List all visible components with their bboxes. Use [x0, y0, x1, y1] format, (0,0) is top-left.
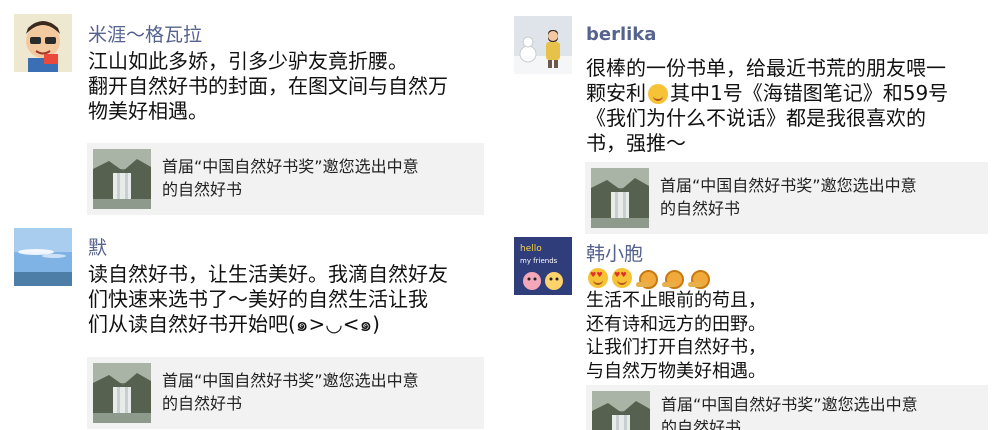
comment-text: 江山如此多娇，引多少驴友竟折腰。 翻开自然好书的封面，在图文间与自然万 物美好相… [88, 49, 448, 124]
comment-line: 物美好相遇。 [88, 99, 208, 123]
shared-article-card[interactable]: 首届“中国自然好书奖”邀您选出中意 的自然好书 [87, 143, 484, 215]
comment-line: 江山如此多娇，引多少驴友竟折腰。 [88, 49, 408, 73]
avatar[interactable] [14, 14, 72, 72]
card-title: 首届“中国自然好书奖”邀您选出中意 的自然好书 [162, 157, 419, 199]
author-name[interactable]: 默 [88, 233, 107, 260]
avatar[interactable] [14, 228, 72, 286]
comment-post-2: 默 读自然好书，让生活美好。我滴自然好友 们快速来选书了～美好的自然生活让我 们… [14, 228, 484, 429]
avatar[interactable] [514, 16, 572, 74]
sky-avatar-icon [14, 228, 72, 286]
comment-line: 翻开自然好书的封面，在图文间与自然万 [88, 74, 448, 98]
comment-line: 们快速来选书了～美好的自然生活让我 [88, 287, 428, 311]
comment-line: 生活不止眼前的苟且， [586, 290, 766, 311]
comment-line: 让我们打开自然好书， [586, 337, 766, 358]
waterfall-thumbnail [591, 168, 649, 228]
heart-eyes-emoji-icon [588, 268, 608, 288]
comment-text: 读自然好书，让生活美好。我滴自然好友 们快速来选书了～美好的自然生活让我 们从读… [88, 262, 448, 337]
comment-line: 书，强推～ [586, 131, 686, 155]
snowman-avatar-icon [514, 16, 572, 74]
cartoon-avatar-icon [14, 14, 72, 72]
shared-article-card[interactable]: 首届“中国自然好书奖”邀您选出中意 的自然好书 [585, 162, 988, 234]
comment-line: 《我们为什么不说话》都是我很喜欢的 [586, 106, 926, 130]
shared-article-card[interactable]: 首届“中国自然好书奖”邀您选出中意 的自然好书 [586, 385, 988, 430]
comment-text: 很棒的一份书单，给最近书荒的朋友喂一 颗安利 其中1号《海错图笔记》和59号 《… [586, 56, 948, 156]
comment-line: 很棒的一份书单，给最近书荒的朋友喂一 [586, 56, 946, 80]
card-title: 首届“中国自然好书奖”邀您选出中意 的自然好书 [162, 371, 419, 413]
grin-emoji-icon [648, 83, 668, 104]
emoji-row [588, 268, 710, 289]
svg-text:hello: hello [520, 244, 542, 254]
heart-eyes-emoji-icon [612, 268, 632, 288]
author-name[interactable]: berlika [586, 24, 656, 45]
hello-friends-avatar-icon: hello my friends [514, 237, 572, 295]
author-name[interactable]: 米涯～格瓦拉 [88, 20, 202, 47]
comment-line: 读自然好书，让生活美好。我滴自然好友 [88, 262, 448, 286]
snail-emoji-icon [662, 268, 684, 289]
author-name[interactable]: 韩小胞 [586, 239, 643, 266]
waterfall-thumbnail [93, 363, 151, 423]
comment-line: 与自然万物美好相遇。 [586, 360, 766, 382]
comment-post-1: 米涯～格瓦拉 江山如此多娇，引多少驴友竟折腰。 翻开自然好书的封面，在图文间与自… [14, 14, 484, 215]
comment-post-4: hello my friends 韩小胞 生活不止眼前的苟且， 还有诗和远方的田… [514, 237, 988, 430]
comment-line: 们从读自然好书开始吧(๑>◡<๑) [88, 312, 380, 336]
snail-emoji-icon [636, 268, 658, 289]
waterfall-thumbnail [93, 149, 151, 209]
comment-post-3: berlika 很棒的一份书单，给最近书荒的朋友喂一 颗安利 其中1号《海错图笔… [514, 16, 988, 234]
comment-text: 生活不止眼前的苟且， 还有诗和远方的田野。 让我们打开自然好书， 与自然万物美好… [586, 289, 766, 383]
comment-line: 还有诗和远方的田野。 [586, 313, 766, 335]
avatar[interactable]: hello my friends [514, 237, 572, 295]
svg-text:my friends: my friends [520, 257, 558, 265]
waterfall-thumbnail [592, 391, 650, 430]
snail-emoji-icon [688, 268, 710, 289]
card-title: 首届“中国自然好书奖”邀您选出中意 的自然好书 [661, 395, 918, 430]
shared-article-card[interactable]: 首届“中国自然好书奖”邀您选出中意 的自然好书 [87, 357, 484, 429]
card-title: 首届“中国自然好书奖”邀您选出中意 的自然好书 [660, 176, 917, 218]
comment-line: 颗安利 其中1号《海错图笔记》和59号 [586, 81, 949, 105]
